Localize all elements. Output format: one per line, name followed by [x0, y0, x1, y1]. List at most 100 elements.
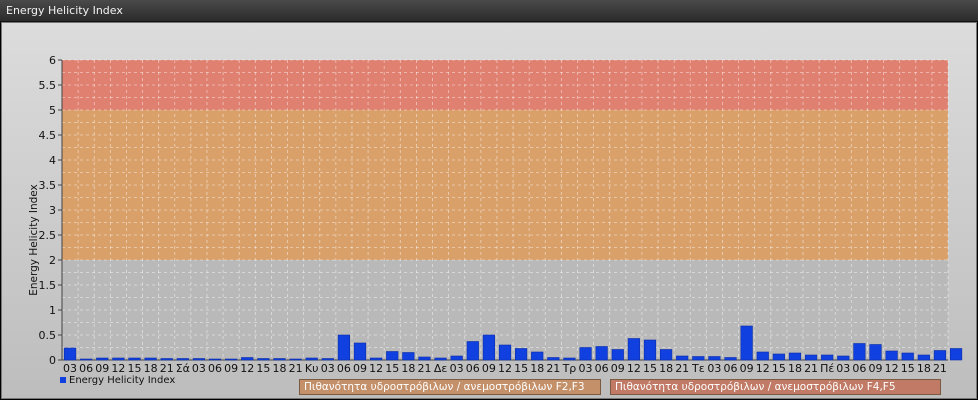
band-f2f3-label: Πιθανότητα υδροστρόβιλων / ανεμοστρόβιλω…: [299, 379, 601, 395]
x-tick-label: Δε: [434, 362, 448, 375]
legend-label: Energy Helicity Index: [69, 375, 176, 386]
bar: [869, 344, 882, 361]
bar: [740, 325, 753, 361]
y-tick-label: 5.5: [39, 79, 57, 92]
bar: [402, 352, 415, 361]
x-tick-label: 21: [546, 362, 560, 375]
bar: [595, 346, 608, 361]
x-tick-label: 06: [466, 362, 480, 375]
x-tick-label: 15: [901, 362, 915, 375]
x-tick-label: 12: [627, 362, 641, 375]
x-tick-label: 06: [852, 362, 866, 375]
x-tick-label: 21: [289, 362, 303, 375]
bar: [225, 358, 238, 361]
x-tick-label: 18: [272, 362, 286, 375]
x-tick-label: Τε: [691, 362, 705, 375]
x-tick-label: 18: [530, 362, 544, 375]
bar: [772, 353, 785, 361]
x-tick-label: 15: [514, 362, 528, 375]
x-tick-label: 09: [95, 362, 109, 375]
bar: [724, 357, 737, 361]
bar: [708, 356, 721, 361]
bar: [321, 358, 334, 361]
x-tick-label: 21: [417, 362, 431, 375]
bar: [466, 341, 479, 361]
bar: [837, 355, 850, 361]
x-tick-label: 12: [885, 362, 899, 375]
x-tick-label: 06: [337, 362, 351, 375]
bar: [482, 334, 495, 361]
bar: [563, 357, 576, 361]
bar: [96, 357, 109, 361]
x-tick-label: Κυ: [305, 362, 319, 375]
y-axis-label: Energy Helicity Index: [28, 184, 40, 296]
x-tick-label: Τρ: [562, 362, 577, 375]
bar: [498, 344, 512, 361]
x-tick-label: 03: [321, 362, 335, 375]
bar: [144, 357, 157, 361]
legend-swatch: [60, 377, 66, 383]
bar: [643, 339, 657, 361]
bar: [692, 356, 705, 361]
bar: [128, 357, 141, 361]
bar: [531, 351, 544, 361]
bar: [257, 358, 270, 361]
bar: [80, 358, 93, 361]
x-tick-label: 03: [63, 362, 77, 375]
y-tick-label: 0: [49, 354, 56, 367]
bar: [611, 349, 624, 361]
x-tick-label: 03: [579, 362, 593, 375]
bar: [273, 358, 286, 361]
y-tick-label: 6: [49, 54, 56, 67]
y-tick-label: 3: [49, 204, 56, 217]
bar: [160, 358, 173, 361]
y-tick-label: 2.5: [39, 229, 57, 242]
bar: [821, 354, 834, 361]
x-tick-label: 06: [595, 362, 609, 375]
bar: [192, 358, 206, 361]
bar: [370, 357, 383, 361]
bar: [853, 343, 866, 361]
y-tick-label: 0.5: [39, 329, 57, 342]
bar: [627, 338, 640, 361]
bar: [547, 357, 560, 361]
x-tick-label: 06: [208, 362, 222, 375]
x-tick-label: 21: [804, 362, 818, 375]
bar: [515, 348, 528, 361]
x-tick-label: 12: [498, 362, 512, 375]
chart-window: Energy Helicity Index 0 0.5 1 1.5 2 2.5 3 3.5 4 4…: [0, 0, 978, 400]
bar: [112, 357, 125, 361]
x-tick-label: Σά: [176, 362, 190, 375]
x-tick-label: 09: [482, 362, 496, 375]
bar: [418, 356, 431, 361]
bar: [63, 347, 77, 361]
y-tick-label: 4.5: [39, 129, 57, 142]
x-tick-label: 18: [659, 362, 673, 375]
x-tick-label: 15: [772, 362, 786, 375]
ehi-chart: 0 0.5 1 1.5 2 2.5 3 3.5 4 4.5 5 5.5 6 Energy Helicity…: [28, 54, 963, 375]
x-tick-label: 12: [111, 362, 125, 375]
x-tick-label: 03: [192, 362, 206, 375]
x-tick-label: 21: [160, 362, 174, 375]
bar: [434, 357, 447, 361]
bar: [804, 354, 818, 361]
bar: [241, 357, 254, 361]
x-tick-label: 12: [756, 362, 770, 375]
x-tick-label: 09: [353, 362, 367, 375]
y-tick-label: 3.5: [39, 179, 57, 192]
bar: [386, 351, 399, 361]
x-tick-label: 09: [740, 362, 754, 375]
bar: [579, 347, 592, 361]
x-tick-label: 12: [369, 362, 383, 375]
bar: [659, 349, 673, 361]
x-tick-label: 21: [933, 362, 947, 375]
x-tick-label: 09: [869, 362, 883, 375]
bar: [337, 334, 351, 361]
bar: [353, 342, 367, 361]
bar: [676, 355, 689, 361]
bar: [305, 357, 318, 361]
chart-legend[interactable]: Energy Helicity Index: [60, 375, 175, 386]
bar: [756, 351, 769, 361]
x-tick-label: 18: [788, 362, 802, 375]
x-tick-label: 21: [675, 362, 689, 375]
